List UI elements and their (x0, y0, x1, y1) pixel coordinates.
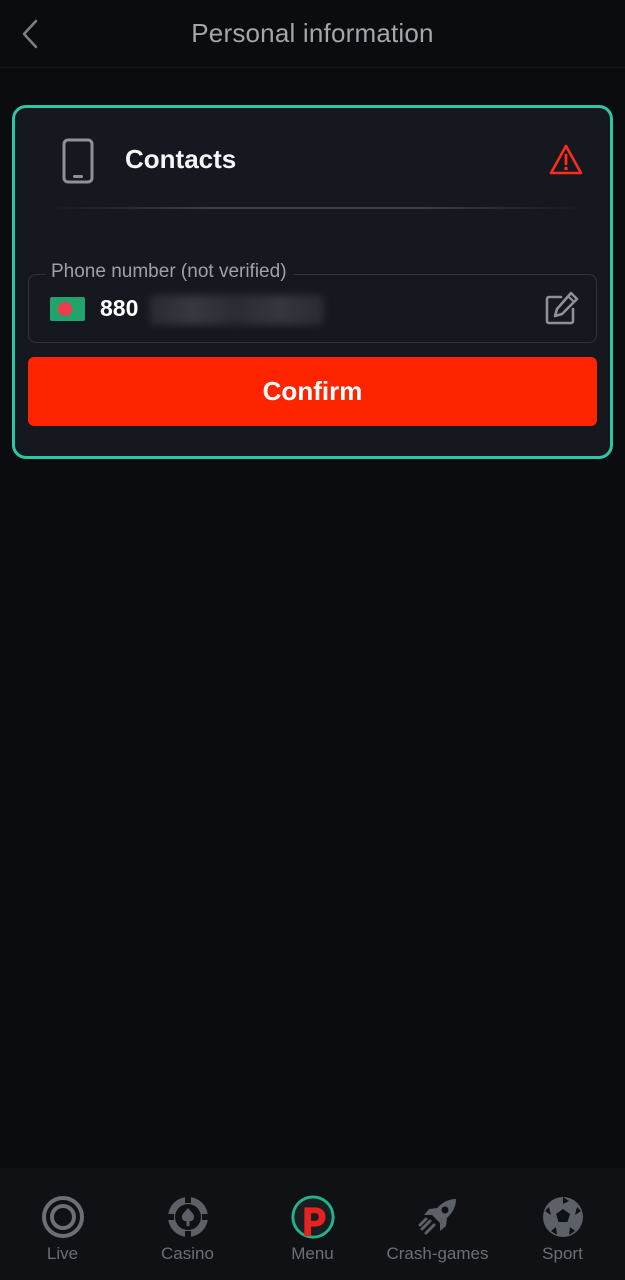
app-screen: Personal information Contacts Phone numb… (0, 0, 625, 1280)
rocket-icon (418, 1199, 456, 1235)
contacts-card: Contacts Phone number (not verified) 880… (12, 105, 613, 459)
menu-logo-icon (290, 1195, 335, 1239)
nav-item-sport[interactable]: Sport (500, 1168, 625, 1280)
nav-item-menu[interactable]: Menu (250, 1168, 375, 1280)
confirm-button[interactable]: Confirm (28, 357, 597, 426)
nav-item-live[interactable]: Live (0, 1168, 125, 1280)
card-title: Contacts (125, 144, 237, 174)
bottom-nav: Live Casino Menu Crash-games Sport (0, 1168, 625, 1280)
soccer-ball-icon (542, 1197, 583, 1237)
edit-icon (545, 291, 579, 325)
top-bar: Personal information (0, 0, 625, 68)
nav-label-menu: Menu (291, 1244, 334, 1263)
smartphone-icon (62, 138, 94, 184)
phone-field-label: Phone number (not verified) (45, 261, 293, 283)
nav-item-casino[interactable]: Casino (125, 1168, 250, 1280)
card-header: Contacts (15, 108, 610, 210)
chevron-left-icon (22, 19, 38, 49)
nav-label-live: Live (46, 1244, 79, 1263)
live-target-icon (41, 1196, 84, 1238)
card-divider (45, 207, 586, 209)
nav-label-sport: Sport (542, 1244, 583, 1263)
nav-item-crash-games[interactable]: Crash-games (375, 1168, 500, 1280)
phone-country-code: 880 (100, 295, 139, 321)
nav-label-casino: Casino (161, 1244, 214, 1263)
nav-label-crash-games: Crash-games (386, 1244, 489, 1263)
warning-triangle-icon (549, 144, 583, 175)
edit-phone-button[interactable] (541, 289, 581, 329)
phone-field[interactable]: Phone number (not verified) 880 (28, 261, 597, 343)
phone-number-redacted (149, 295, 324, 325)
casino-chip-icon (166, 1196, 209, 1238)
back-button[interactable] (12, 14, 48, 54)
bangladesh-flag-icon (50, 297, 85, 321)
page-title: Personal information (191, 18, 434, 48)
